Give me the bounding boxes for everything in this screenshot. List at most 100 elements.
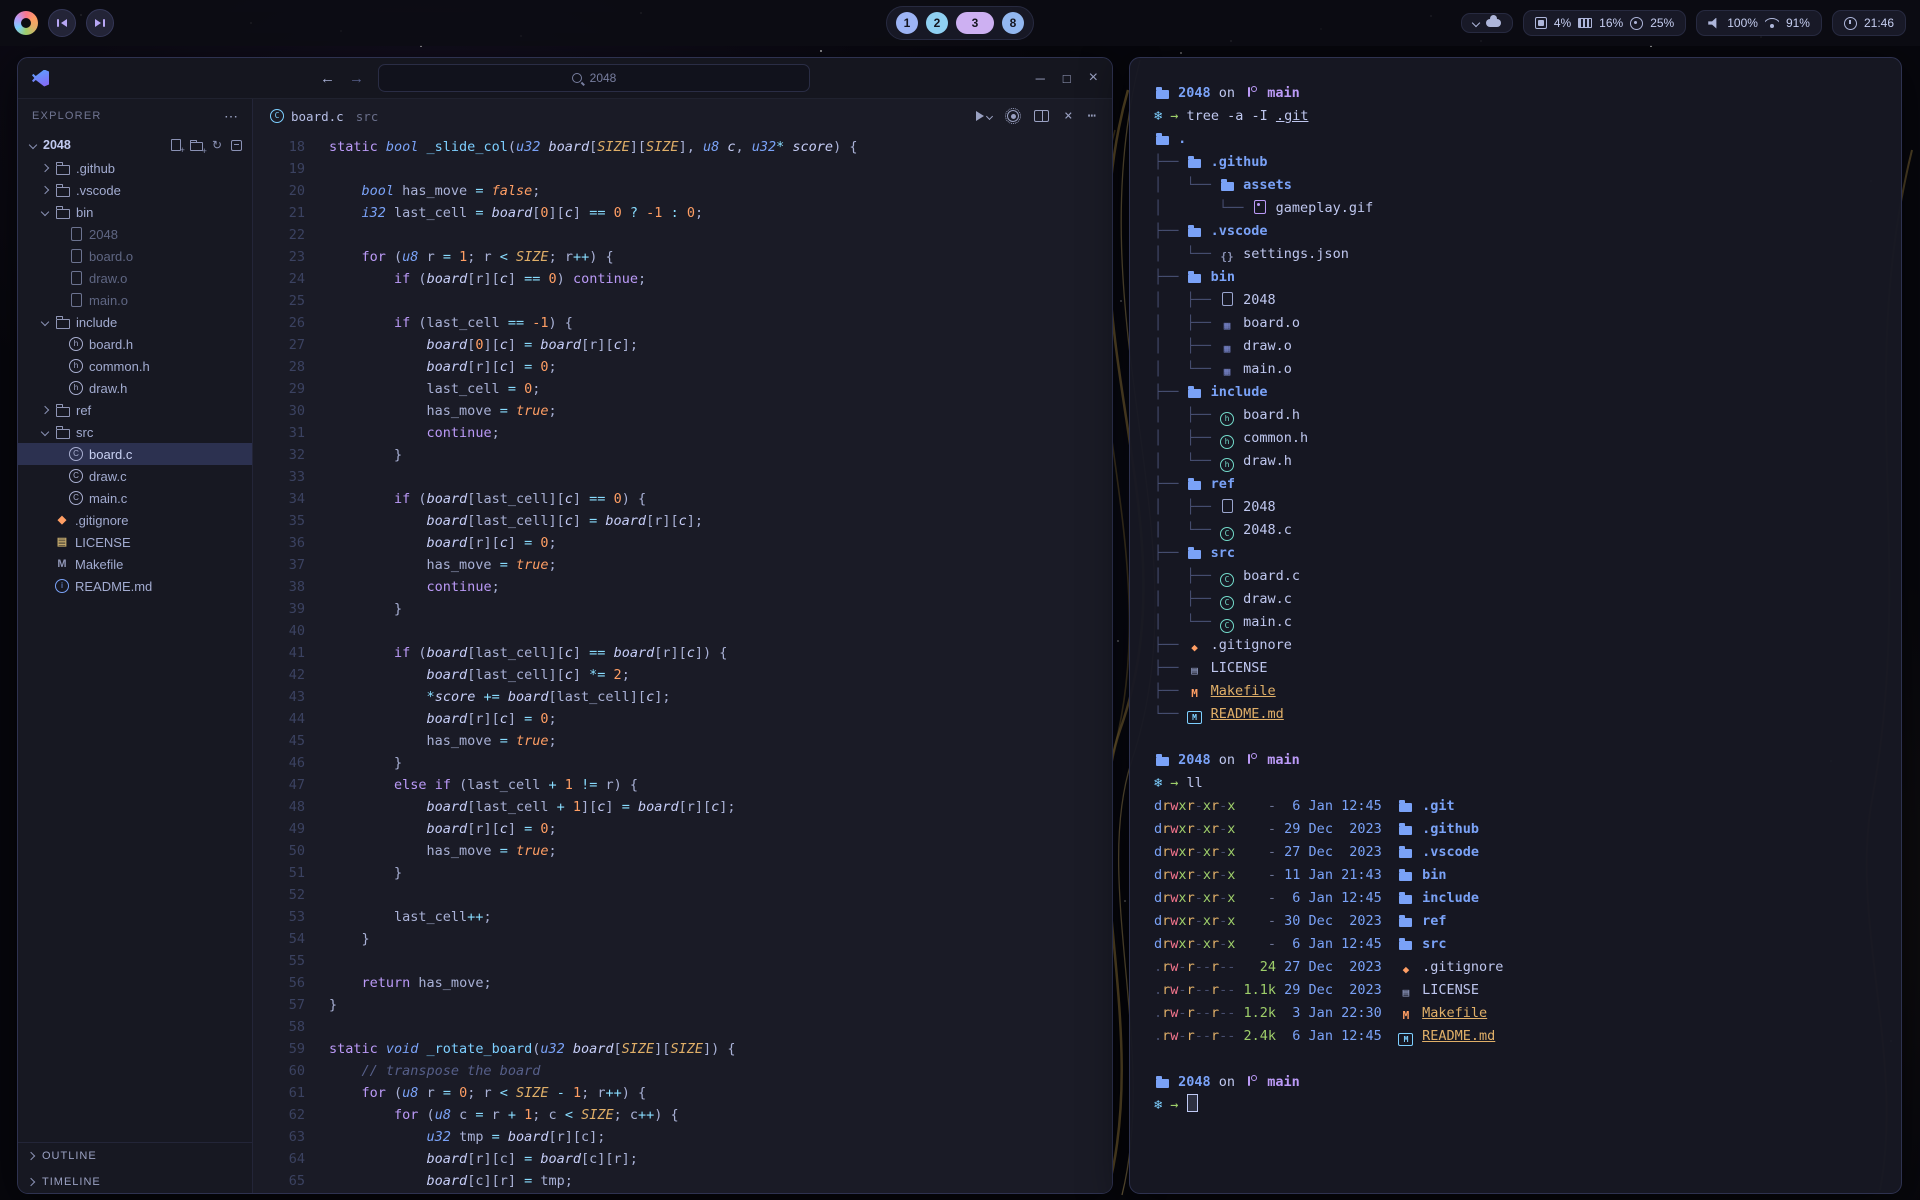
line-number: 33: [253, 466, 329, 488]
file-icon: M: [1187, 687, 1203, 701]
terminal-line: ❄ → ll: [1154, 772, 1877, 795]
split-editor-icon[interactable]: [1034, 110, 1049, 122]
wifi-icon: [1765, 18, 1779, 28]
terminal-line: drwxr-xr-x - 6 Jan 12:45 include: [1154, 887, 1877, 910]
terminal-line: drwxr-xr-x - 29 Dec 2023 .github: [1154, 818, 1877, 841]
collapse-all-icon[interactable]: [231, 140, 242, 151]
tree-item-main.o[interactable]: main.o: [18, 289, 252, 311]
workspace-8[interactable]: 8: [1002, 12, 1024, 34]
code-line: 63 u32 tmp = board[r][c];: [253, 1126, 1112, 1148]
tree-item-README.md[interactable]: iREADME.md: [18, 575, 252, 597]
tree-item-draw.o[interactable]: draw.o: [18, 267, 252, 289]
new-file-icon[interactable]: [171, 139, 181, 151]
tree-item-board.o[interactable]: board.o: [18, 245, 252, 267]
folder-o-icon: [55, 425, 71, 439]
tree-item-ref[interactable]: ref: [18, 399, 252, 421]
explorer-more-icon[interactable]: ⋯: [224, 108, 238, 125]
line-number: 30: [253, 400, 329, 422]
tree-item-board.h[interactable]: hboard.h: [18, 333, 252, 355]
new-folder-icon[interactable]: [190, 142, 203, 151]
terminal-line: │ ├── h common.h: [1154, 427, 1877, 450]
tree-item-include[interactable]: include: [18, 311, 252, 333]
outline-section[interactable]: OUTLINE: [18, 1143, 252, 1169]
line-number: 65: [253, 1170, 329, 1192]
breadcrumb-file[interactable]: board.c: [291, 109, 344, 124]
tree-item-2048[interactable]: 2048: [18, 223, 252, 245]
tree-item-.github[interactable]: .github: [18, 157, 252, 179]
terminal-line: .rw-r--r-- 24 27 Dec 2023 ◆ .gitignore: [1154, 956, 1877, 979]
command-center-search[interactable]: 2048: [378, 64, 810, 92]
code-line: 46 }: [253, 752, 1112, 774]
tree-item-board.c[interactable]: Cboard.c: [18, 443, 252, 465]
more-actions-icon[interactable]: ⋯: [1088, 108, 1096, 124]
code-area[interactable]: 18static bool _slide_col(u32 board[SIZE]…: [253, 133, 1112, 1194]
terminal-line: ├── bin: [1154, 266, 1877, 289]
file-icon: {}: [1219, 250, 1235, 264]
settings-gear-icon[interactable]: [1007, 110, 1019, 122]
workspace-2[interactable]: 2: [926, 12, 948, 34]
run-button[interactable]: [976, 111, 992, 121]
search-value: 2048: [590, 71, 617, 85]
c-file-icon: C: [269, 109, 285, 123]
tree-item-LICENSE[interactable]: ▤LICENSE: [18, 531, 252, 553]
minimize-button[interactable]: ─: [1036, 71, 1045, 86]
tree-item-main.c[interactable]: Cmain.c: [18, 487, 252, 509]
terminal-line: │ └── h draw.h: [1154, 450, 1877, 473]
file-icon: ▤: [54, 535, 70, 549]
line-number: 64: [253, 1148, 329, 1170]
audio-network-module[interactable]: 100% 91%: [1696, 10, 1822, 36]
close-editor-icon[interactable]: ×: [1064, 108, 1072, 124]
file-icon: h: [1219, 412, 1235, 426]
chevron-right-icon: [27, 1178, 35, 1186]
tree-item-.vscode[interactable]: .vscode: [18, 179, 252, 201]
code-line: 62 for (u8 c = r + 1; c < SIZE; c++) {: [253, 1104, 1112, 1126]
project-root-label: 2048: [43, 138, 71, 152]
explorer-title: EXPLORER: [32, 110, 102, 122]
editor-pane[interactable]: C board.c src × ⋯ 18static bool _slide_c…: [253, 99, 1112, 1194]
project-root-row[interactable]: 2048 ↻: [18, 133, 252, 157]
tree-item-draw.c[interactable]: Cdraw.c: [18, 465, 252, 487]
code-line: 50 has_move = true;: [253, 840, 1112, 862]
refresh-icon[interactable]: ↻: [212, 139, 222, 151]
nav-back-icon[interactable]: ←: [320, 70, 335, 87]
line-number: 56: [253, 972, 329, 994]
nav-forward-icon[interactable]: →: [349, 70, 364, 87]
file-icon: C: [68, 447, 84, 461]
tree-item-src[interactable]: src: [18, 421, 252, 443]
weather-module[interactable]: [1461, 13, 1513, 33]
tree-item-Makefile[interactable]: MMakefile: [18, 553, 252, 575]
workspace-1[interactable]: 1: [896, 12, 918, 34]
terminal-window[interactable]: 2048 on main❄ → tree -a -I .git .├── .gi…: [1129, 57, 1902, 1194]
tree-item-draw.h[interactable]: hdraw.h: [18, 377, 252, 399]
line-number: 37: [253, 554, 329, 576]
breadcrumb-path[interactable]: src: [356, 109, 379, 124]
terminal-line: │ └── C 2048.c: [1154, 519, 1877, 542]
terminal-line: [1154, 726, 1877, 749]
workspace-3[interactable]: 3: [956, 12, 994, 34]
code-line: 29 last_cell = 0;: [253, 378, 1112, 400]
file-icon: h: [68, 359, 84, 373]
folder-o-icon: [55, 183, 71, 197]
folder-o-icon: [55, 205, 71, 219]
terminal-cursor: [1187, 1094, 1198, 1112]
terminal-line: drwxr-xr-x - 6 Jan 12:45 src: [1154, 933, 1877, 956]
tree-item-bin[interactable]: bin: [18, 201, 252, 223]
folder-icon: [1187, 385, 1203, 399]
maximize-button[interactable]: □: [1063, 71, 1071, 86]
file-icon: i: [54, 579, 70, 593]
code-line: 25: [253, 290, 1112, 312]
chevron-down-icon: [1472, 19, 1480, 27]
code-line: 45 has_move = true;: [253, 730, 1112, 752]
terminal-line: │ ├── C draw.c: [1154, 588, 1877, 611]
file-icon: [68, 249, 84, 263]
file-icon: M: [1187, 711, 1203, 725]
close-button[interactable]: ×: [1089, 69, 1098, 87]
tree-item-.gitignore[interactable]: ◆.gitignore: [18, 509, 252, 531]
tree-item-common.h[interactable]: hcommon.h: [18, 355, 252, 377]
media-next-button[interactable]: [86, 9, 114, 37]
timeline-section[interactable]: TIMELINE: [18, 1169, 252, 1194]
volume-icon: [1708, 18, 1720, 29]
file-icon: C: [68, 491, 84, 505]
launcher-logo[interactable]: [14, 11, 38, 35]
media-prev-button[interactable]: [48, 9, 76, 37]
